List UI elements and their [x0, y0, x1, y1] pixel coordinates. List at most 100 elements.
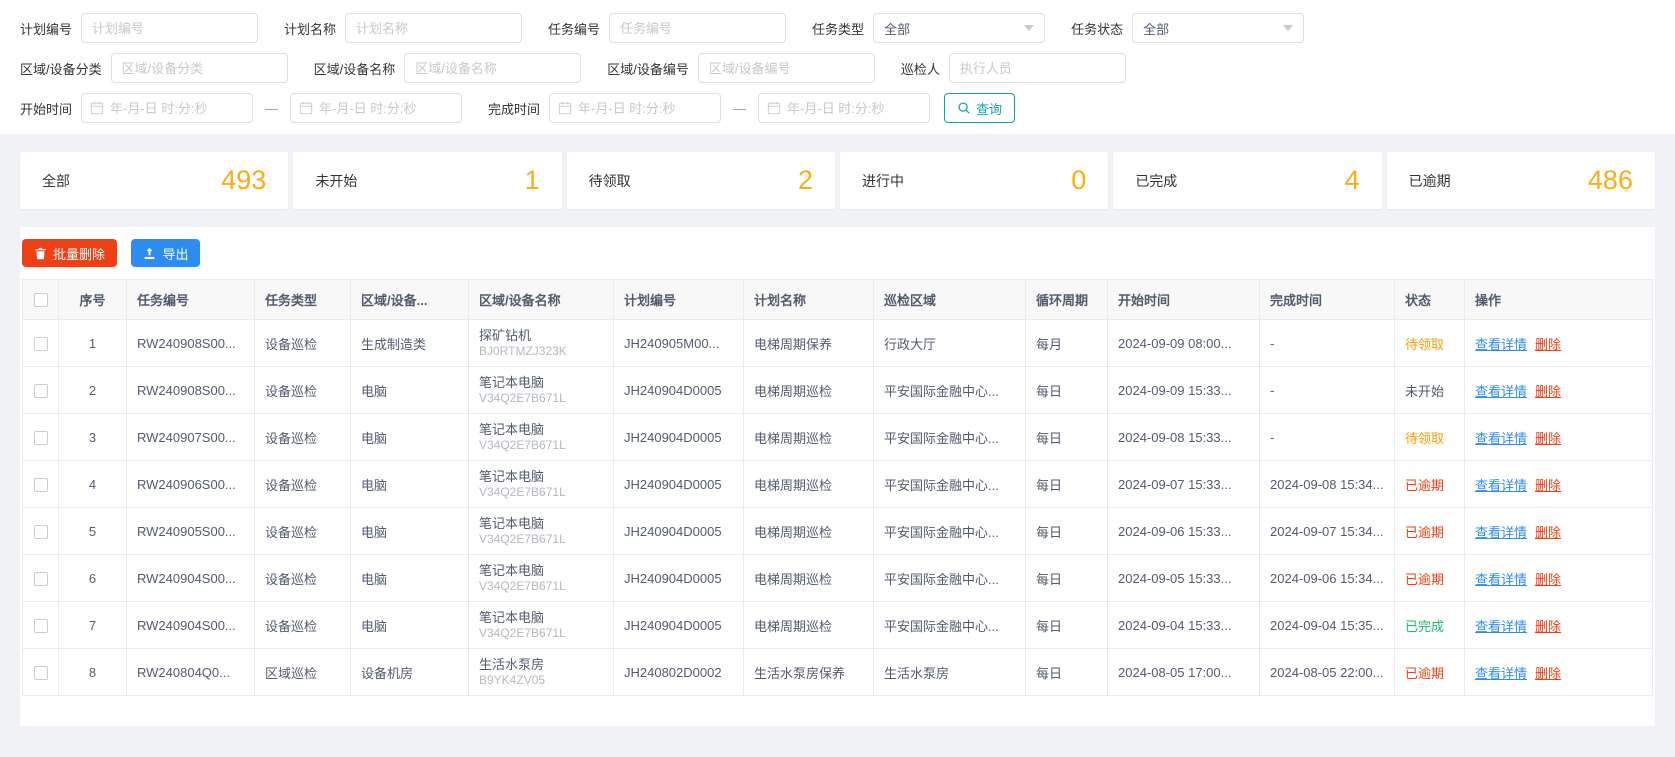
row-checkbox[interactable]: [33, 524, 48, 539]
stat-card-not-started[interactable]: 未开始 1: [293, 152, 562, 209]
view-detail-link[interactable]: 查看详情: [1475, 478, 1527, 493]
cell-start: 2024-09-08 15:33...: [1107, 413, 1260, 461]
cell-finish: -: [1259, 413, 1395, 461]
cell-plan-no: JH240904D0005: [613, 366, 744, 414]
view-detail-link[interactable]: 查看详情: [1475, 431, 1527, 446]
stat-label: 待领取: [588, 172, 631, 189]
view-detail-link[interactable]: 查看详情: [1475, 525, 1527, 540]
row-checkbox[interactable]: [33, 571, 48, 586]
table-row: 4 RW240906S00... 设备巡检 电脑 笔记本电脑 V34Q2E7B6…: [22, 460, 1653, 508]
start-time-to-picker[interactable]: [290, 93, 463, 123]
stat-card-all[interactable]: 全部 493: [20, 152, 289, 209]
plan-name-input[interactable]: [345, 13, 523, 43]
table-row: 5 RW240905S00... 设备巡检 电脑 笔记本电脑 V34Q2E7B6…: [22, 507, 1653, 555]
stat-card-completed[interactable]: 已完成 4: [1113, 152, 1382, 209]
row-checkbox[interactable]: [33, 430, 48, 445]
plan-no-label: 计划编号: [20, 21, 73, 37]
cell-plan-no: JH240802D0002: [613, 648, 744, 696]
column-header-plan-no: 计划编号: [613, 279, 744, 320]
delete-link[interactable]: 删除: [1535, 431, 1561, 446]
filter-device-cat: 区域/设备分类: [20, 53, 288, 83]
cell-plan-name: 电梯周期巡检: [743, 366, 874, 414]
delete-link[interactable]: 删除: [1535, 478, 1561, 493]
cell-actions: 查看详情 删除: [1464, 460, 1653, 508]
row-checkbox[interactable]: [33, 477, 48, 492]
cell-plan-no: JH240905M00...: [613, 319, 744, 367]
cell-device-name: 笔记本电脑 V34Q2E7B671L: [468, 507, 614, 555]
task-no-input[interactable]: [609, 13, 787, 43]
start-time-from-picker[interactable]: [81, 93, 254, 123]
cell-status: 已逾期: [1394, 507, 1465, 555]
task-type-select[interactable]: 全部: [873, 13, 1046, 43]
delete-link[interactable]: 删除: [1535, 666, 1561, 681]
task-status-select[interactable]: 全部: [1132, 13, 1305, 43]
trash-icon: [34, 247, 47, 260]
view-detail-link[interactable]: 查看详情: [1475, 619, 1527, 634]
device-name-input[interactable]: [404, 53, 582, 83]
row-checkbox[interactable]: [33, 383, 48, 398]
view-detail-link[interactable]: 查看详情: [1475, 666, 1527, 681]
column-header-index: 序号: [58, 279, 127, 320]
column-header-actions: 操作: [1464, 279, 1653, 320]
cell-area: 平安国际金融中心...: [873, 460, 1026, 508]
delete-link[interactable]: 删除: [1535, 337, 1561, 352]
delete-link[interactable]: 删除: [1535, 572, 1561, 587]
cell-task-no: RW240904S00...: [126, 601, 255, 649]
cell-task-no: RW240804Q0...: [126, 648, 255, 696]
start-time-to-input[interactable]: [319, 100, 454, 116]
stat-card-to-claim[interactable]: 待领取 2: [566, 152, 835, 209]
cell-status: 已逾期: [1394, 460, 1465, 508]
stat-card-overdue[interactable]: 已逾期 486: [1386, 152, 1655, 209]
cell-start: 2024-09-09 15:33...: [1107, 366, 1260, 414]
range-separator: —: [265, 100, 279, 116]
cell-task-no: RW240906S00...: [126, 460, 255, 508]
row-checkbox[interactable]: [33, 336, 48, 351]
device-code-input[interactable]: [697, 53, 875, 83]
plan-no-input[interactable]: [81, 13, 259, 43]
table-row: 8 RW240804Q0... 区域巡检 设备机房 生活水泵房 B9YK4ZV0…: [22, 648, 1653, 696]
export-button[interactable]: 导出: [131, 239, 201, 267]
stat-card-in-progress[interactable]: 进行中 0: [839, 152, 1109, 209]
finish-time-to-input[interactable]: [787, 100, 922, 116]
cell-plan-no: JH240904D0005: [613, 460, 744, 508]
view-detail-link[interactable]: 查看详情: [1475, 337, 1527, 352]
delete-link[interactable]: 删除: [1535, 619, 1561, 634]
cell-start: 2024-09-09 08:00...: [1107, 319, 1260, 367]
table-body: 1 RW240908S00... 设备巡检 生成制造类 探矿钻机 BJ0RTMZ…: [22, 319, 1653, 696]
cell-task-type: 设备巡检: [254, 601, 351, 649]
select-all-checkbox[interactable]: [33, 293, 48, 308]
cell-task-no: RW240907S00...: [126, 413, 255, 461]
table-row: 7 RW240904S00... 设备巡检 电脑 笔记本电脑 V34Q2E7B6…: [22, 601, 1653, 649]
cell-status: 已逾期: [1394, 648, 1465, 696]
cell-index: 1: [58, 319, 127, 367]
cell-finish: -: [1259, 319, 1395, 367]
row-checkbox[interactable]: [33, 665, 48, 680]
query-button[interactable]: 查询: [944, 93, 1016, 123]
column-header-area: 巡检区域: [873, 279, 1026, 320]
delete-link[interactable]: 删除: [1535, 384, 1561, 399]
start-time-from-input[interactable]: [110, 100, 245, 116]
delete-link[interactable]: 删除: [1535, 525, 1561, 540]
status-badge: 已完成: [1405, 618, 1445, 634]
view-detail-link[interactable]: 查看详情: [1475, 572, 1527, 587]
finish-time-from-picker[interactable]: [549, 93, 722, 123]
cell-task-type: 设备巡检: [254, 413, 351, 461]
row-checkbox[interactable]: [33, 618, 48, 633]
status-badge: 已逾期: [1405, 477, 1445, 493]
cell-cycle: 每月: [1025, 319, 1108, 367]
cell-plan-name: 生活水泵房保养: [743, 648, 874, 696]
inspector-input[interactable]: [948, 53, 1126, 83]
column-header-device-name: 区域/设备名称: [468, 279, 614, 320]
device-cat-input[interactable]: [110, 53, 288, 83]
batch-delete-button[interactable]: 批量删除: [22, 239, 118, 267]
finish-time-from-input[interactable]: [578, 100, 713, 116]
view-detail-link[interactable]: 查看详情: [1475, 384, 1527, 399]
stat-label: 已逾期: [1408, 172, 1451, 189]
chevron-down-icon: [1024, 25, 1035, 31]
filter-inspector: 巡检人: [901, 53, 1126, 83]
cell-area: 平安国际金融中心...: [873, 413, 1026, 461]
finish-time-to-picker[interactable]: [758, 93, 931, 123]
cell-task-no: RW240908S00...: [126, 319, 255, 367]
export-icon: [143, 247, 156, 260]
cell-cycle: 每日: [1025, 554, 1108, 602]
